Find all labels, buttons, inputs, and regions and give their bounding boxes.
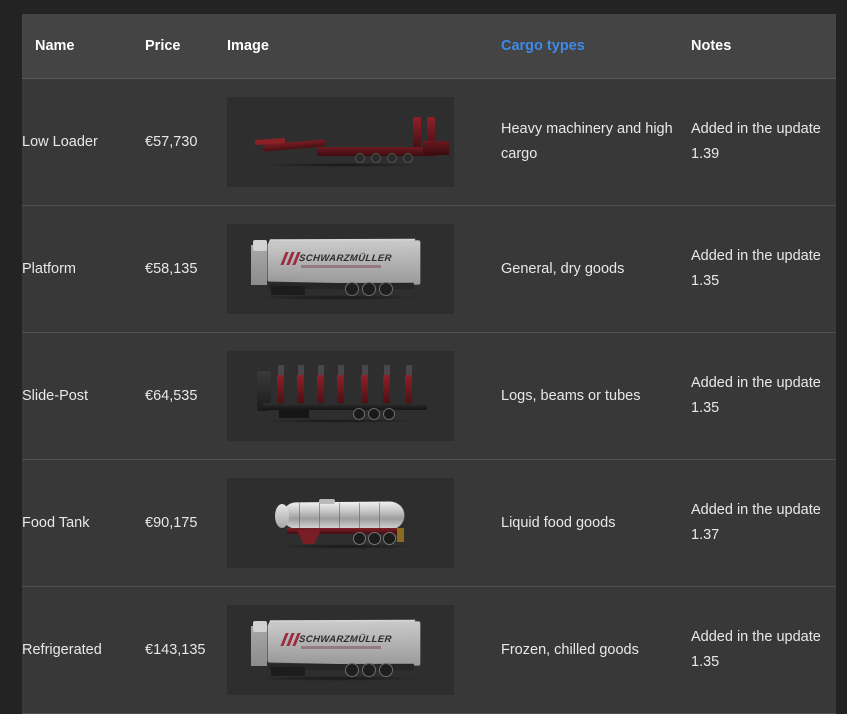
column-header-price: Price — [145, 14, 227, 79]
low-loader-trailer-image — [227, 97, 454, 187]
trailer-legs-shape — [271, 667, 305, 676]
trailer-post-shape — [413, 117, 421, 147]
trailer-brand-subtext-shape — [301, 265, 381, 268]
table-row: Refrigerated €143,135 SCHWARZMÜLLER Froz… — [22, 586, 836, 714]
column-header-cargo-types-link[interactable]: Cargo types — [501, 38, 585, 54]
table-row: Platform €58,135 SCHWARZMÜLLER General, … — [22, 205, 836, 333]
cell-notes: Added in the update 1.35 — [691, 332, 836, 460]
cell-image — [227, 459, 501, 587]
cell-price: €143,135 — [145, 586, 227, 714]
cell-cargo-types: General, dry goods — [501, 205, 691, 333]
trailer-wheels-shape — [353, 408, 417, 420]
refrigerated-trailer-image: SCHWARZMÜLLER — [227, 605, 454, 695]
cell-name: Refrigerated — [22, 586, 145, 714]
cell-notes: Added in the update 1.37 — [691, 459, 836, 587]
trailer-shadow-shape — [253, 676, 421, 681]
cell-notes: Added in the update 1.35 — [691, 205, 836, 333]
cell-price: €57,730 — [145, 78, 227, 206]
tank-rings-shape — [285, 503, 397, 528]
trailer-legs-shape — [279, 409, 309, 418]
trailer-front-box-shape — [253, 240, 267, 251]
slide-post-trailer-image — [227, 351, 454, 441]
cell-name: Food Tank — [22, 459, 145, 587]
cell-price: €90,175 — [145, 459, 227, 587]
cell-image: SCHWARZMÜLLER — [227, 586, 501, 714]
trailers-table: Name Price Image Cargo types Notes Low L… — [22, 14, 836, 714]
trailer-legs-shape — [297, 530, 321, 544]
column-header-name-label: Name — [35, 38, 75, 54]
cell-cargo-types: Heavy machinery and high cargo — [501, 78, 691, 206]
cell-name: Slide-Post — [22, 332, 145, 460]
cell-price: €58,135 — [145, 205, 227, 333]
trailer-stakes-shape — [275, 369, 425, 403]
trailer-front-shape — [251, 626, 267, 666]
trailer-shadow-shape — [257, 163, 427, 167]
trailers-table-container: Name Price Image Cargo types Notes Low L… — [22, 14, 836, 714]
cell-price: €64,535 — [145, 332, 227, 460]
cell-image: SCHWARZMÜLLER — [227, 205, 501, 333]
table-row: Low Loader €57,730 Heavy machinery and h… — [22, 78, 836, 206]
trailer-legs-shape — [271, 286, 305, 295]
trailer-brand-label: SCHWARZMÜLLER — [298, 634, 393, 645]
refrigeration-unit-shape — [253, 621, 267, 632]
page: Name Price Image Cargo types Notes Low L… — [0, 0, 847, 714]
column-header-price-label: Price — [145, 38, 181, 54]
table-header-row: Name Price Image Cargo types Notes — [22, 14, 836, 79]
column-header-cargo-types: Cargo types — [501, 14, 691, 79]
trailer-shadow-shape — [259, 419, 419, 423]
table-row: Food Tank €90,175 Liquid food goods Adde… — [22, 459, 836, 587]
trailer-brand-subtext-shape — [301, 646, 381, 649]
column-header-notes-label: Notes — [691, 38, 732, 54]
trailer-brand-label: SCHWARZMÜLLER — [298, 253, 393, 264]
cell-notes: Added in the update 1.35 — [691, 586, 836, 714]
cell-cargo-types: Liquid food goods — [501, 459, 691, 587]
trailer-front-shape — [251, 245, 267, 285]
table-body: Low Loader €57,730 Heavy machinery and h… — [22, 78, 836, 714]
platform-trailer-image: SCHWARZMÜLLER — [227, 224, 454, 314]
trailer-wheels-shape — [345, 282, 415, 296]
cell-notes: Added in the update 1.39 — [691, 78, 836, 206]
trailer-rear-marker-shape — [397, 528, 404, 542]
trailer-wheels-shape — [345, 663, 415, 677]
table-header: Name Price Image Cargo types Notes — [22, 14, 836, 79]
column-header-name: Name — [22, 14, 145, 79]
cell-image — [227, 78, 501, 206]
cell-cargo-types: Logs, beams or tubes — [501, 332, 691, 460]
cell-cargo-types: Frozen, chilled goods — [501, 586, 691, 714]
table-row: Slide-Post €64,535 Logs, beams or tubes … — [22, 332, 836, 460]
trailer-shadow-shape — [253, 295, 421, 300]
trailer-shadow-shape — [277, 544, 417, 549]
cell-image — [227, 332, 501, 460]
column-header-image-label: Image — [227, 38, 269, 54]
trailer-wheels-shape — [347, 153, 433, 163]
trailer-wheels-shape — [353, 532, 413, 545]
cell-name: Platform — [22, 205, 145, 333]
column-header-image: Image — [227, 14, 501, 79]
cell-name: Low Loader — [22, 78, 145, 206]
food-tank-trailer-image — [227, 478, 454, 568]
column-header-notes: Notes — [691, 14, 836, 79]
